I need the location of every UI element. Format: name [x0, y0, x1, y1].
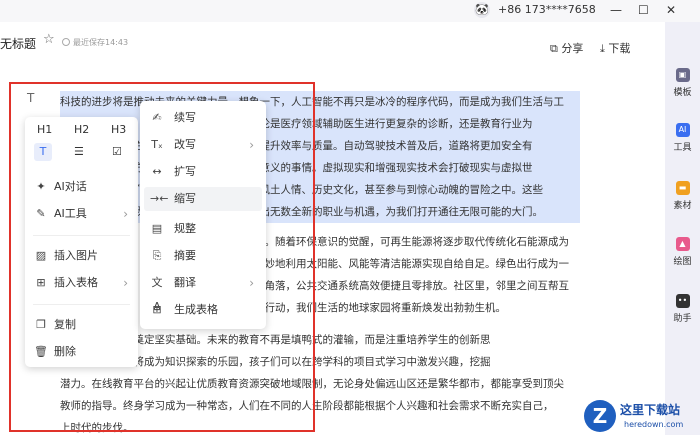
logo-mark-icon: Z — [584, 400, 616, 432]
assistant-icon: •• — [675, 294, 690, 308]
sidebar-item-label: 绘图 — [673, 257, 692, 267]
download-button[interactable]: ⤓ 下载 — [600, 40, 630, 56]
download-icon: ⤓ — [600, 42, 605, 55]
share-icon: ⧉ — [550, 42, 558, 55]
user-phone[interactable]: +86 173****7658 — [498, 3, 596, 16]
sidebar-item-template[interactable]: ▣ 模板 — [665, 68, 700, 98]
close-button[interactable]: ✕ — [666, 1, 676, 19]
sidebar-item-label: 素材 — [673, 201, 692, 211]
save-status-text: 最近保存14:43 — [73, 38, 129, 47]
watermark-logo: Z 这里下载站 heredown.com — [578, 398, 700, 435]
sidebar-item-assistant[interactable]: •• 助手 — [665, 294, 700, 324]
folder-icon: ▬ — [675, 181, 690, 195]
logo-url: heredown.com — [624, 420, 684, 429]
check-circle-icon — [62, 38, 70, 46]
maximize-button[interactable]: ☐ — [638, 1, 649, 19]
star-icon[interactable]: ☆ — [43, 32, 55, 47]
right-sidebar: ▣ 模板 AI 工具 ▬ 素材 ▲ 绘图 •• 助手 — [665, 22, 700, 435]
window-bar: 🐼 +86 173****7658 — ☐ ✕ — [0, 0, 700, 22]
paint-icon: ▲ — [675, 237, 690, 251]
share-label: 分享 — [561, 42, 584, 55]
annotation-highlight-box — [9, 82, 315, 432]
minimize-button[interactable]: — — [610, 1, 622, 19]
download-label: 下载 — [608, 42, 631, 55]
template-icon: ▣ — [675, 68, 690, 82]
sidebar-item-label: 模板 — [673, 88, 692, 98]
sidebar-item-label: 工具 — [673, 143, 692, 153]
sidebar-item-tools[interactable]: AI 工具 — [665, 123, 700, 153]
ai-tool-icon: AI — [675, 123, 690, 137]
save-status: 最近保存14:43 — [62, 37, 128, 48]
share-button[interactable]: ⧉ 分享 — [550, 40, 583, 56]
logo-name: 这里下载站 — [620, 403, 681, 417]
sidebar-item-label: 助手 — [673, 314, 692, 324]
document-title[interactable]: 无标题 — [0, 35, 36, 52]
sidebar-item-materials[interactable]: ▬ 素材 — [665, 181, 700, 211]
user-avatar[interactable]: 🐼 — [474, 2, 490, 18]
sidebar-item-drawing[interactable]: ▲ 绘图 — [665, 237, 700, 267]
